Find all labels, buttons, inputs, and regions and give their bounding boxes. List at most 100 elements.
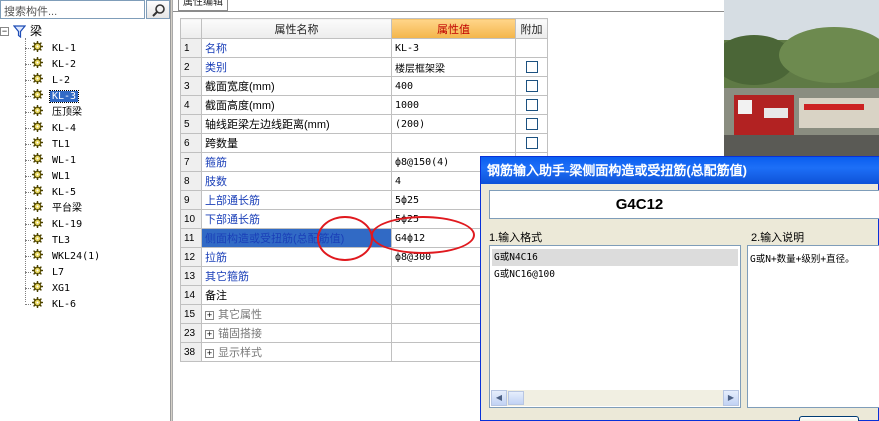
tree-item[interactable]: KL-1 xyxy=(25,41,78,56)
tree-connector xyxy=(25,176,31,177)
input-description-text: G或N+数量+级别+直径。 xyxy=(747,245,879,408)
extra-checkbox[interactable] xyxy=(525,137,538,150)
tree-item-label: KL-1 xyxy=(52,43,77,54)
property-row[interactable]: 5 轴线距梁左边线距离(mm) (200) xyxy=(180,114,548,134)
gear-icon xyxy=(32,265,50,278)
property-row[interactable]: 1 名称 KL-3 xyxy=(180,38,548,58)
dialog-title[interactable]: 钢筋输入助手-梁侧面构造或受扭筋(总配筋值) xyxy=(481,157,879,184)
format-item[interactable]: G或N4C16 xyxy=(492,249,738,266)
property-row[interactable]: 2 类别 楼层框架梁 xyxy=(180,57,548,77)
property-value[interactable]: KL-3 xyxy=(391,38,516,58)
property-value[interactable] xyxy=(391,133,516,153)
tree-item[interactable]: WL1 xyxy=(25,169,72,184)
extra-checkbox[interactable] xyxy=(525,61,538,74)
property-name: 侧面构造或受扭筋(总配筋值) xyxy=(201,228,392,248)
extra-cell xyxy=(515,57,548,77)
property-value[interactable]: (200) xyxy=(391,114,516,134)
tree-item[interactable]: KL-4 xyxy=(25,121,78,136)
input-format-list[interactable]: G或N4C16 G或NC16@100 ◀ ▶ xyxy=(489,245,741,408)
extra-checkbox[interactable] xyxy=(525,80,538,93)
property-row[interactable]: 4 截面高度(mm) 1000 xyxy=(180,95,548,115)
extra-cell xyxy=(515,38,548,58)
property-name: 其它箍筋 xyxy=(201,266,392,286)
scroll-right-icon[interactable]: ▶ xyxy=(723,390,739,406)
property-value[interactable]: 楼层框架梁 xyxy=(391,57,516,77)
dialog-button[interactable] xyxy=(799,416,859,421)
property-row[interactable]: 3 截面宽度(mm) 400 xyxy=(180,76,548,96)
row-number: 11 xyxy=(180,228,202,248)
format-item[interactable]: G或NC16@100 xyxy=(492,266,738,283)
property-name-text: 箍筋 xyxy=(205,157,227,169)
expand-icon[interactable]: + xyxy=(205,348,214,358)
tree-connector xyxy=(25,38,26,302)
rebar-code-field[interactable]: G4C12 xyxy=(489,190,879,219)
property-name: + 其它属性 xyxy=(201,304,392,324)
property-row[interactable]: 6 跨数量 xyxy=(180,133,548,153)
property-value[interactable]: 1000 xyxy=(391,95,516,115)
tree-connector xyxy=(25,144,31,145)
property-name: 跨数量 xyxy=(201,133,392,153)
row-number: 14 xyxy=(180,285,202,305)
tree-item[interactable]: L7 xyxy=(25,265,66,280)
expand-icon[interactable]: + xyxy=(205,329,214,339)
tree-item-label: KL-5 xyxy=(52,187,77,198)
tree-item-label: L7 xyxy=(52,267,65,278)
search-input[interactable]: 搜索构件... xyxy=(0,0,145,19)
tree-connector xyxy=(25,192,31,193)
tree-item[interactable]: 平台梁 xyxy=(25,201,84,216)
gear-icon xyxy=(32,41,50,54)
gear-icon xyxy=(32,89,50,102)
search-icon xyxy=(152,4,165,17)
row-number: 2 xyxy=(180,57,202,77)
header-property-value: 属性值 xyxy=(391,18,516,39)
tree-item-label: KL-6 xyxy=(52,299,77,310)
property-name-text: 其它属性 xyxy=(218,309,262,321)
tree-connector xyxy=(25,160,31,161)
tree-item[interactable]: 压顶梁 xyxy=(25,105,84,120)
tab-property-editor[interactable]: 属性编辑 xyxy=(178,0,228,11)
tree-item[interactable]: KL-19 xyxy=(25,217,84,232)
tree-item[interactable]: KL-6 xyxy=(25,297,78,312)
tree-item-label: WKL24(1) xyxy=(52,251,101,262)
tree-item[interactable]: L-2 xyxy=(25,73,72,88)
tree-item[interactable]: TL1 xyxy=(25,137,72,152)
gear-icon xyxy=(32,185,50,198)
tree-item-label: TL1 xyxy=(52,139,71,150)
property-name-text: 肢数 xyxy=(205,176,227,188)
property-name: 类别 xyxy=(201,57,392,77)
expand-icon[interactable]: + xyxy=(205,310,214,320)
horizontal-scrollbar[interactable]: ◀ ▶ xyxy=(491,390,739,406)
property-value[interactable]: 400 xyxy=(391,76,516,96)
scroll-left-icon[interactable]: ◀ xyxy=(491,390,507,406)
tree-item[interactable]: WKL24(1) xyxy=(25,249,102,264)
gear-icon xyxy=(32,121,50,134)
gear-icon xyxy=(32,281,50,294)
collapse-icon[interactable]: − xyxy=(0,27,9,36)
tree-connector xyxy=(25,288,31,289)
tree-item-label: TL3 xyxy=(52,235,71,246)
tree-item[interactable]: KL-5 xyxy=(25,185,78,200)
tree-root-label: 梁 xyxy=(30,24,43,38)
tree-item[interactable]: WL-1 xyxy=(25,153,78,168)
tree-connector xyxy=(25,224,31,225)
tree-connector xyxy=(25,272,31,273)
tree-item-label: WL-1 xyxy=(52,155,77,166)
gear-icon xyxy=(32,169,50,182)
extra-checkbox[interactable] xyxy=(525,118,538,131)
row-number: 7 xyxy=(180,152,202,172)
tree-item[interactable]: KL-3 xyxy=(25,89,80,104)
property-name-text: 锚固搭接 xyxy=(218,328,262,340)
extra-checkbox[interactable] xyxy=(525,99,538,112)
tree-connector xyxy=(25,256,31,257)
row-number: 1 xyxy=(180,38,202,58)
property-name: 截面高度(mm) xyxy=(201,95,392,115)
search-button[interactable] xyxy=(146,0,170,19)
row-number: 13 xyxy=(180,266,202,286)
property-name-text: 截面宽度(mm) xyxy=(205,81,275,93)
scroll-thumb[interactable] xyxy=(508,391,524,405)
tree-item[interactable]: KL-2 xyxy=(25,57,78,72)
tree-item[interactable]: TL3 xyxy=(25,233,72,248)
tab-divider xyxy=(173,11,725,12)
row-number: 15 xyxy=(180,304,202,324)
tree-item[interactable]: XG1 xyxy=(25,281,72,296)
